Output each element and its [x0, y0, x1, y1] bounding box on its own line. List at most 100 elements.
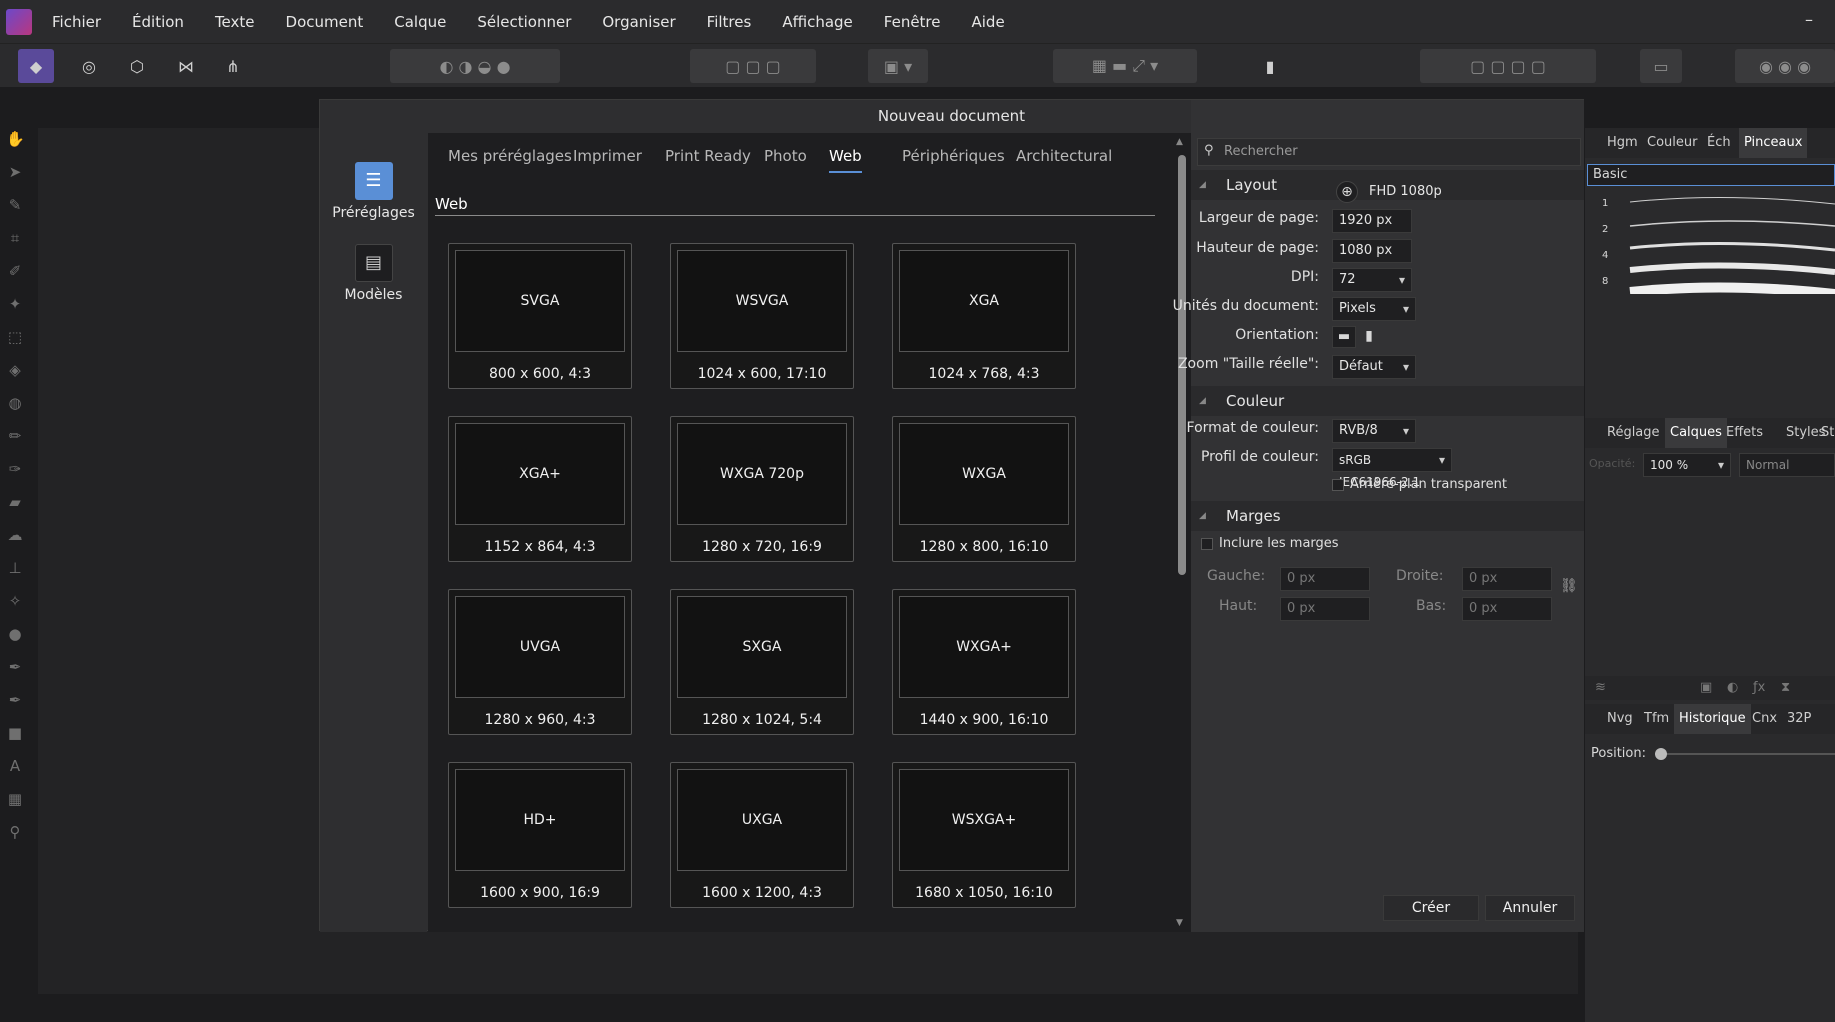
blur-tool-icon[interactable]: ☁: [6, 526, 24, 544]
tab-photo[interactable]: Photo: [764, 147, 807, 165]
menu-document[interactable]: Document: [286, 13, 364, 31]
export-persona-icon[interactable]: ⋔: [216, 49, 250, 83]
add-preset-icon[interactable]: ⊕: [1336, 181, 1358, 203]
units-select[interactable]: Pixels: [1332, 297, 1416, 321]
zoom-tool-icon[interactable]: ⚲: [6, 823, 24, 841]
history-slider-thumb[interactable]: [1655, 748, 1667, 760]
tab-brushes[interactable]: Pinceaux: [1739, 128, 1808, 158]
tab-web[interactable]: Web: [829, 147, 862, 173]
selection-group[interactable]: ▢ ▢ ▢: [690, 49, 816, 83]
menu-filtres[interactable]: Filtres: [707, 13, 752, 31]
tab-architectural[interactable]: Architectural: [1016, 147, 1112, 165]
menu-aide[interactable]: Aide: [972, 13, 1005, 31]
hand-tool-icon[interactable]: ✋: [6, 130, 25, 148]
pen-tool-icon[interactable]: ✒: [6, 691, 24, 709]
tab-print-ready[interactable]: Print Ready: [665, 147, 751, 165]
redeye-tool-icon[interactable]: ●: [6, 625, 24, 643]
adjust-group[interactable]: ◐ ◑ ◒ ●: [390, 49, 560, 83]
develop-persona-icon[interactable]: ⬡: [120, 49, 154, 83]
gradient-tool-icon[interactable]: ◍: [6, 394, 24, 412]
crop-tool-icon[interactable]: ⌗: [6, 229, 24, 247]
portrait-icon[interactable]: ▮: [1359, 326, 1379, 348]
app-logo-icon[interactable]: [6, 8, 32, 35]
menu-calque[interactable]: Calque: [394, 13, 446, 31]
minimize-icon[interactable]: –: [1805, 10, 1813, 29]
layers-stack-icon[interactable]: ≋: [1595, 680, 1606, 695]
menu-texte[interactable]: Texte: [215, 13, 255, 31]
preset-card[interactable]: WSVGA 1024 x 600, 17:10: [670, 243, 854, 389]
dpi-select[interactable]: 72: [1332, 268, 1412, 292]
color-format-select[interactable]: RVB/8: [1332, 419, 1416, 443]
liquify-persona-icon[interactable]: ◎: [72, 49, 106, 83]
text-tool-icon[interactable]: A: [6, 757, 24, 775]
color-profile-select[interactable]: sRGB IEC61966-2.1: [1332, 448, 1452, 489]
tab-peripheriques[interactable]: Périphériques: [902, 147, 1005, 165]
tab-imprimer[interactable]: Imprimer: [573, 147, 642, 165]
menu-affichage[interactable]: Affichage: [782, 13, 852, 31]
margin-top-field[interactable]: 0 px: [1280, 597, 1370, 621]
sidebar-templates[interactable]: ▤ Modèles: [320, 244, 427, 303]
preset-card[interactable]: WSXGA+ 1680 x 1050, 16:10: [892, 762, 1076, 908]
tab-effects[interactable]: Effets: [1726, 425, 1763, 440]
tab-adjust[interactable]: Réglage: [1607, 425, 1660, 440]
fill-tool-icon[interactable]: ◈: [6, 361, 24, 379]
menu-selectionner[interactable]: Sélectionner: [477, 13, 571, 31]
preset-card[interactable]: XGA 1024 x 768, 4:3: [892, 243, 1076, 389]
brush-category-select[interactable]: Basic: [1587, 164, 1835, 186]
margin-bottom-field[interactable]: 0 px: [1462, 597, 1552, 621]
opacity-field[interactable]: 100 %: [1643, 453, 1731, 477]
eyedropper-tool-icon[interactable]: ✎: [6, 196, 24, 214]
zoom-select[interactable]: Défaut: [1332, 355, 1416, 379]
retouch-tool-icon[interactable]: ✧: [6, 592, 24, 610]
menu-fichier[interactable]: Fichier: [52, 13, 101, 31]
preset-card[interactable]: WXGA+ 1440 x 900, 16:10: [892, 589, 1076, 735]
preset-card[interactable]: SXGA 1280 x 1024, 5:4: [670, 589, 854, 735]
menu-edition[interactable]: Édition: [132, 13, 184, 31]
tab-mes-preglages[interactable]: Mes préréglages: [448, 147, 572, 165]
mask-layer-icon[interactable]: ▣: [1700, 680, 1712, 695]
erase-tool-icon[interactable]: ▰: [6, 493, 24, 511]
arrange-group[interactable]: ▢ ▢ ▢ ▢: [1420, 49, 1596, 83]
margin-left-field[interactable]: 0 px: [1280, 567, 1370, 591]
sidebar-presets[interactable]: ☰ Préréglages: [320, 162, 427, 221]
search-field[interactable]: ⚲ Rechercher: [1197, 138, 1581, 166]
tab-stock[interactable]: Sto: [1821, 425, 1835, 440]
preset-card[interactable]: UVGA 1280 x 960, 4:3: [448, 589, 632, 735]
preset-card[interactable]: XGA+ 1152 x 864, 4:3: [448, 416, 632, 562]
marquee-tool-icon[interactable]: ⬚: [6, 328, 24, 346]
tab-navigator[interactable]: Nvg: [1607, 711, 1633, 726]
clone-tool-icon[interactable]: ⊥: [6, 559, 24, 577]
paint-brush-icon[interactable]: ✏: [6, 427, 24, 445]
tab-transform[interactable]: Tfm: [1644, 711, 1669, 726]
mesh-tool-icon[interactable]: ▦: [6, 790, 24, 808]
preset-card[interactable]: WXGA 720p 1280 x 720, 16:9: [670, 416, 854, 562]
align-button[interactable]: ▭: [1640, 49, 1682, 83]
landscape-icon[interactable]: ▬: [1332, 326, 1356, 348]
scroll-up-icon[interactable]: ▲: [1176, 137, 1183, 147]
link-margins-icon[interactable]: ⛓: [1560, 578, 1578, 594]
cancel-button[interactable]: Annuler: [1485, 895, 1575, 921]
preset-card[interactable]: SVGA 800 x 600, 4:3: [448, 243, 632, 389]
brush-list[interactable]: [1585, 194, 1835, 294]
create-button[interactable]: Créer: [1383, 895, 1479, 921]
history-slider-track[interactable]: [1655, 753, 1835, 755]
blend-mode-select[interactable]: Normal: [1739, 453, 1835, 477]
height-field[interactable]: 1080 px: [1332, 239, 1412, 263]
tab-styles[interactable]: Styles: [1786, 425, 1825, 440]
tab-swatches[interactable]: Éch: [1707, 135, 1731, 150]
tab-histogram[interactable]: Hgm: [1607, 135, 1638, 150]
info-icon[interactable]: ▮: [1250, 49, 1290, 83]
shape-tool-icon[interactable]: ■: [6, 724, 24, 742]
transparent-checkbox[interactable]: [1332, 479, 1344, 491]
tab-32p[interactable]: 32P: [1787, 711, 1811, 726]
tonemap-persona-icon[interactable]: ⋈: [168, 49, 204, 83]
mask-button[interactable]: ▣ ▾: [868, 49, 928, 83]
preset-card[interactable]: WXGA 1280 x 800, 16:10: [892, 416, 1076, 562]
preset-card[interactable]: UXGA 1600 x 1200, 4:3: [670, 762, 854, 908]
adjustment-layer-icon[interactable]: ◐: [1727, 680, 1738, 695]
tab-history[interactable]: Historique: [1674, 704, 1751, 734]
menu-organiser[interactable]: Organiser: [602, 13, 675, 31]
move-tool-icon[interactable]: ➤: [6, 163, 24, 181]
flood-select-icon[interactable]: ✦: [6, 295, 24, 313]
fx-icon[interactable]: ƒx: [1753, 680, 1765, 695]
